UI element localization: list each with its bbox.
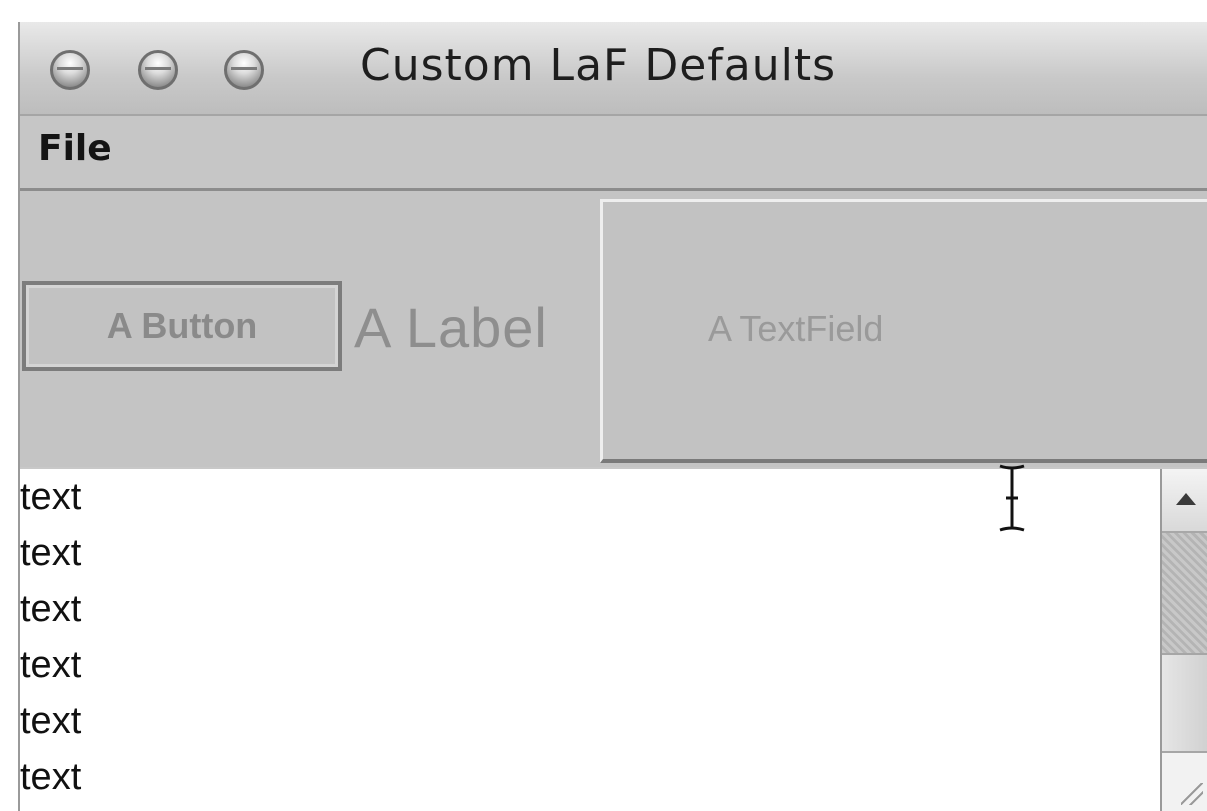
scroll-up-arrow-icon[interactable] bbox=[1162, 469, 1207, 533]
list-item[interactable]: text bbox=[20, 581, 81, 637]
minimize-button-icon[interactable] bbox=[138, 50, 178, 90]
resize-grip-icon[interactable] bbox=[1181, 783, 1203, 805]
close-button-icon[interactable] bbox=[50, 50, 90, 90]
textfield-value: A TextField bbox=[708, 308, 884, 349]
vertical-scrollbar[interactable] bbox=[1160, 469, 1207, 811]
list-item[interactable]: text bbox=[20, 693, 81, 749]
controls-panel: A Button A Label A TextField bbox=[20, 191, 1207, 467]
text-cursor-icon bbox=[999, 464, 1025, 532]
app-window: Custom LaF Defaults File A Button A Labe… bbox=[18, 22, 1207, 811]
menu-bar: File bbox=[20, 116, 1207, 191]
window-title: Custom LaF Defaults bbox=[360, 40, 837, 91]
scroll-track[interactable] bbox=[1162, 533, 1207, 653]
list-item[interactable]: text bbox=[20, 469, 81, 525]
title-bar[interactable]: Custom LaF Defaults bbox=[20, 22, 1207, 116]
a-button[interactable]: A Button bbox=[22, 281, 342, 371]
list-item[interactable]: text bbox=[20, 749, 81, 805]
scroll-track-lower[interactable] bbox=[1162, 753, 1207, 811]
menu-file[interactable]: File bbox=[38, 128, 112, 169]
a-textfield[interactable]: A TextField bbox=[600, 199, 1207, 463]
list-item[interactable]: text bbox=[20, 525, 81, 581]
list-item[interactable]: text bbox=[20, 637, 81, 693]
zoom-button-icon[interactable] bbox=[224, 50, 264, 90]
scroll-thumb[interactable] bbox=[1162, 653, 1207, 753]
text-list[interactable]: text text text text text text bbox=[20, 469, 1160, 811]
a-label: A Label bbox=[354, 296, 548, 359]
